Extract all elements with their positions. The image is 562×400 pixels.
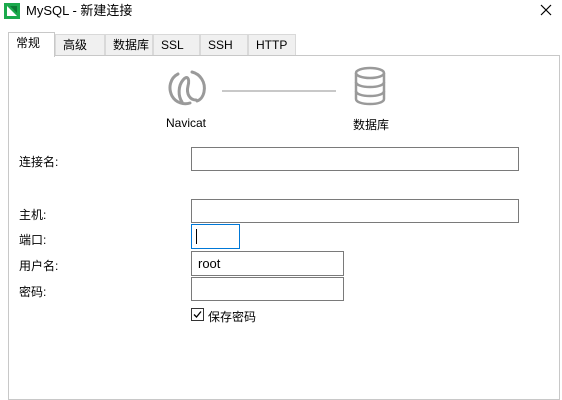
title-bar: MySQL - 新建连接 [0,0,562,24]
host-input[interactable] [191,199,519,223]
password-label: 密码: [19,285,47,299]
connection-name-label: 连接名: [19,155,59,169]
window-title: MySQL - 新建连接 [26,3,133,18]
database-icon [354,66,386,106]
tab-strip: 常规 高级 数据库 SSL SSH HTTP [0,32,562,57]
close-icon[interactable] [536,0,556,22]
text-caret [196,229,197,244]
general-panel [8,55,560,400]
navicat-app-icon [4,3,20,19]
password-input[interactable] [191,277,344,301]
tab-advanced[interactable]: 高级 [55,34,105,56]
checkmark-icon [193,311,202,318]
username-label: 用户名: [19,259,59,273]
port-label: 端口: [19,233,47,247]
navicat-logo-icon [168,70,206,106]
tab-ssh[interactable]: SSH [200,34,248,56]
tab-databases[interactable]: 数据库 [105,34,153,56]
navicat-caption: Navicat [166,116,207,130]
tab-general[interactable]: 常规 [8,32,55,57]
host-label: 主机: [19,208,47,222]
save-password-label[interactable]: 保存密码 [208,308,256,325]
username-input[interactable] [191,251,344,276]
save-password-checkbox[interactable] [191,308,204,321]
tab-ssl[interactable]: SSL [153,34,200,56]
database-caption: 数据库 [353,118,390,132]
connection-line [222,90,336,92]
port-input[interactable] [191,224,240,249]
connection-name-input[interactable] [191,147,519,171]
tab-http[interactable]: HTTP [248,34,296,56]
